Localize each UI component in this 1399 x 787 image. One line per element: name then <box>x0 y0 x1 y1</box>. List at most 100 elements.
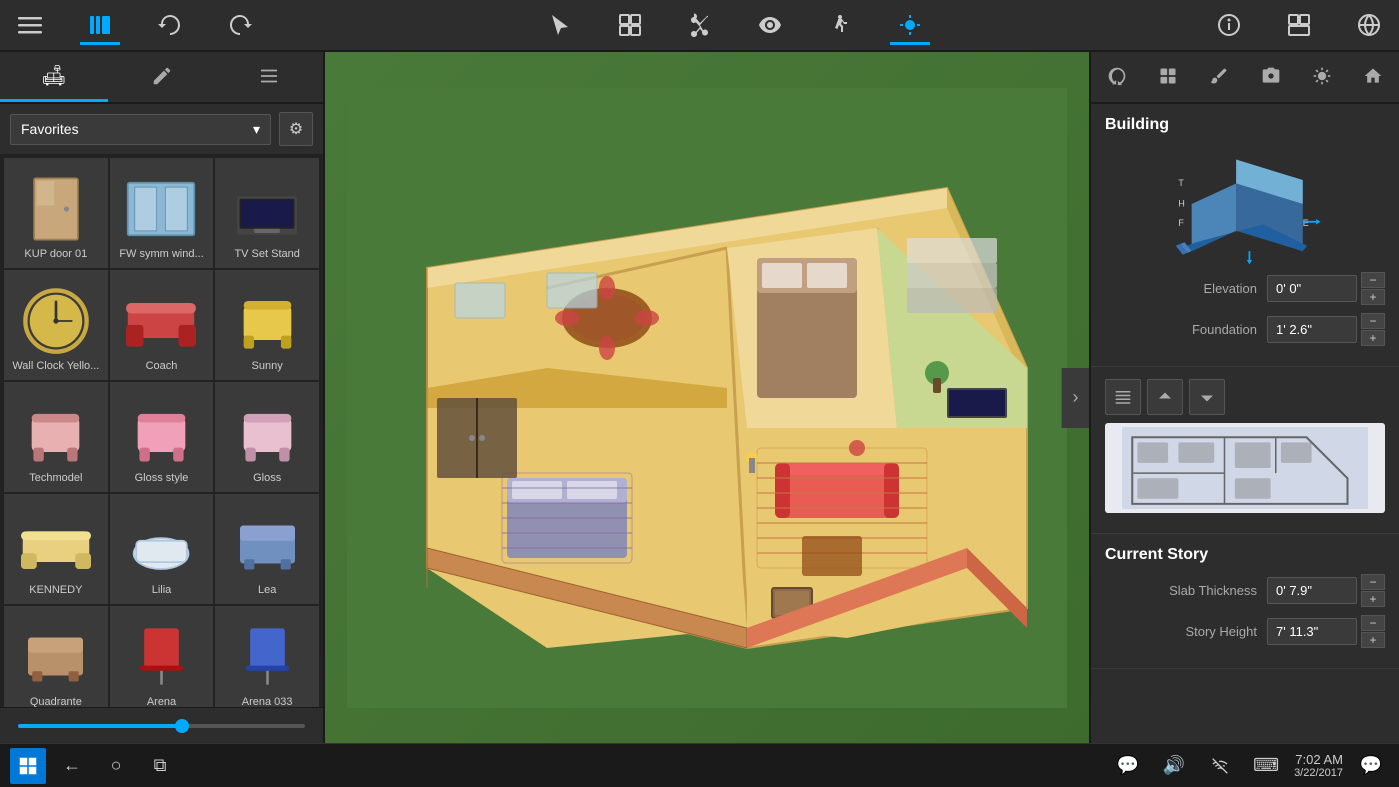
dropdown-value: Favorites <box>21 121 79 137</box>
redo-button[interactable] <box>220 9 260 41</box>
item-label: Gloss style <box>135 472 189 485</box>
list-item[interactable]: Arena <box>110 606 214 707</box>
item-label: Wall Clock Yello... <box>12 360 99 373</box>
elevation-minus[interactable]: − <box>1361 272 1385 288</box>
panel-toggle[interactable]: › <box>1061 368 1089 428</box>
time-display: 7:02 AM <box>1294 752 1343 767</box>
size-slider[interactable] <box>18 724 305 728</box>
tab-home[interactable] <box>1348 52 1399 102</box>
scissors-button[interactable] <box>680 9 720 41</box>
slab-thickness-input[interactable] <box>1267 577 1357 604</box>
slider-row <box>0 707 323 743</box>
svg-text:H: H <box>1178 199 1184 209</box>
volume-tray-icon[interactable]: 🔊 <box>1156 748 1192 784</box>
dropdown-arrow: ▾ <box>253 121 260 138</box>
svg-text:E: E <box>1303 218 1309 228</box>
svg-text:T: T <box>1178 178 1184 188</box>
search-button[interactable]: ○ <box>98 748 134 784</box>
system-time: 7:02 AM 3/22/2017 <box>1294 752 1343 779</box>
tab-light[interactable] <box>1296 52 1347 102</box>
group-button[interactable] <box>610 9 650 41</box>
items-grid: KUP door 01 FW symm wind... TV Set Stand <box>0 154 323 707</box>
story-height-minus[interactable]: − <box>1361 615 1385 631</box>
network-tray-icon[interactable] <box>1202 748 1238 784</box>
current-story-title: Current Story <box>1105 546 1385 564</box>
sun-button[interactable] <box>890 9 930 41</box>
list-item[interactable]: Sunny <box>215 270 319 380</box>
building-3d-svg: T H F E <box>1165 144 1325 264</box>
walk-button[interactable] <box>820 9 860 41</box>
notification-button[interactable]: 💬 <box>1353 748 1389 784</box>
foundation-input[interactable] <box>1267 316 1357 343</box>
list-item[interactable]: Lea <box>215 494 319 604</box>
list-item[interactable]: Quadrante <box>4 606 108 707</box>
item-label: Lilia <box>152 584 172 597</box>
foundation-minus[interactable]: − <box>1361 313 1385 329</box>
category-dropdown[interactable]: Favorites ▾ <box>10 114 271 145</box>
taskview-button[interactable]: ⧉ <box>142 748 178 784</box>
library-button[interactable] <box>80 9 120 41</box>
view-button[interactable] <box>1279 9 1319 41</box>
slab-thickness-buttons: − + <box>1361 574 1385 607</box>
info-button[interactable] <box>1209 9 1249 41</box>
list-item[interactable]: TV Set Stand <box>215 158 319 268</box>
tab-build[interactable] <box>1091 52 1142 102</box>
list-item[interactable]: Gloss style <box>110 382 214 492</box>
item-image <box>16 286 96 356</box>
tab-paint[interactable] <box>1194 52 1245 102</box>
undo-button[interactable] <box>150 9 190 41</box>
elevation-input[interactable] <box>1267 275 1357 302</box>
right-tabs <box>1091 52 1399 104</box>
story-height-plus[interactable]: + <box>1361 632 1385 648</box>
system-tray: 💬 🔊 ⌨ 7:02 AM 3/22/2017 💬 <box>1110 748 1389 784</box>
slider-thumb[interactable] <box>175 719 189 733</box>
list-item[interactable]: Lilia <box>110 494 214 604</box>
floorplan-view <box>325 52 1089 743</box>
tab-floor[interactable] <box>1142 52 1193 102</box>
list-item[interactable]: KUP door 01 <box>4 158 108 268</box>
story-down-button[interactable] <box>1189 379 1225 415</box>
story-height-row: Story Height − + <box>1105 615 1385 648</box>
list-item[interactable]: Arena 033 <box>215 606 319 707</box>
list-item[interactable]: FW symm wind... <box>110 158 214 268</box>
story-height-input[interactable] <box>1267 618 1357 645</box>
globe-button[interactable] <box>1349 9 1389 41</box>
list-item[interactable]: Gloss <box>215 382 319 492</box>
chat-tray-icon[interactable]: 💬 <box>1110 748 1146 784</box>
item-label: Arena <box>147 696 176 707</box>
elevation-plus[interactable]: + <box>1361 289 1385 305</box>
menu-button[interactable] <box>10 9 50 41</box>
main-area: 🛋 Favorites ▾ ⚙ KUP door 01 <box>0 52 1399 743</box>
item-label: Quadrante <box>30 696 82 707</box>
slab-plus[interactable]: + <box>1361 591 1385 607</box>
svg-text:F: F <box>1178 218 1184 228</box>
tab-design[interactable] <box>108 52 216 102</box>
list-item[interactable]: Wall Clock Yello... <box>4 270 108 380</box>
settings-button[interactable]: ⚙ <box>279 112 313 146</box>
list-item[interactable]: Techmodel <box>4 382 108 492</box>
keyboard-tray-icon[interactable]: ⌨ <box>1248 748 1284 784</box>
item-label: Techmodel <box>29 472 82 485</box>
item-label: TV Set Stand <box>234 248 299 261</box>
foundation-plus[interactable]: + <box>1361 330 1385 346</box>
list-item[interactable]: KENNEDY <box>4 494 108 604</box>
slab-thickness-label: Slab Thickness <box>1105 583 1257 598</box>
item-image <box>227 286 307 356</box>
story-height-label: Story Height <box>1105 624 1257 639</box>
right-panel: Building T H F E <box>1089 52 1399 743</box>
start-button[interactable] <box>10 748 46 784</box>
list-item[interactable]: Coach <box>110 270 214 380</box>
item-label: Arena 033 <box>242 696 293 707</box>
tab-list[interactable] <box>215 52 323 102</box>
back-button[interactable]: ← <box>54 748 90 784</box>
tab-camera[interactable] <box>1245 52 1296 102</box>
canvas-area[interactable]: › <box>325 52 1089 743</box>
select-button[interactable] <box>540 9 580 41</box>
item-image <box>16 398 96 468</box>
eye-button[interactable] <box>750 9 790 41</box>
item-label: Sunny <box>252 360 283 373</box>
story-up-button[interactable] <box>1147 379 1183 415</box>
story-add-button[interactable] <box>1105 379 1141 415</box>
tab-furniture[interactable]: 🛋 <box>0 52 108 102</box>
slab-minus[interactable]: − <box>1361 574 1385 590</box>
